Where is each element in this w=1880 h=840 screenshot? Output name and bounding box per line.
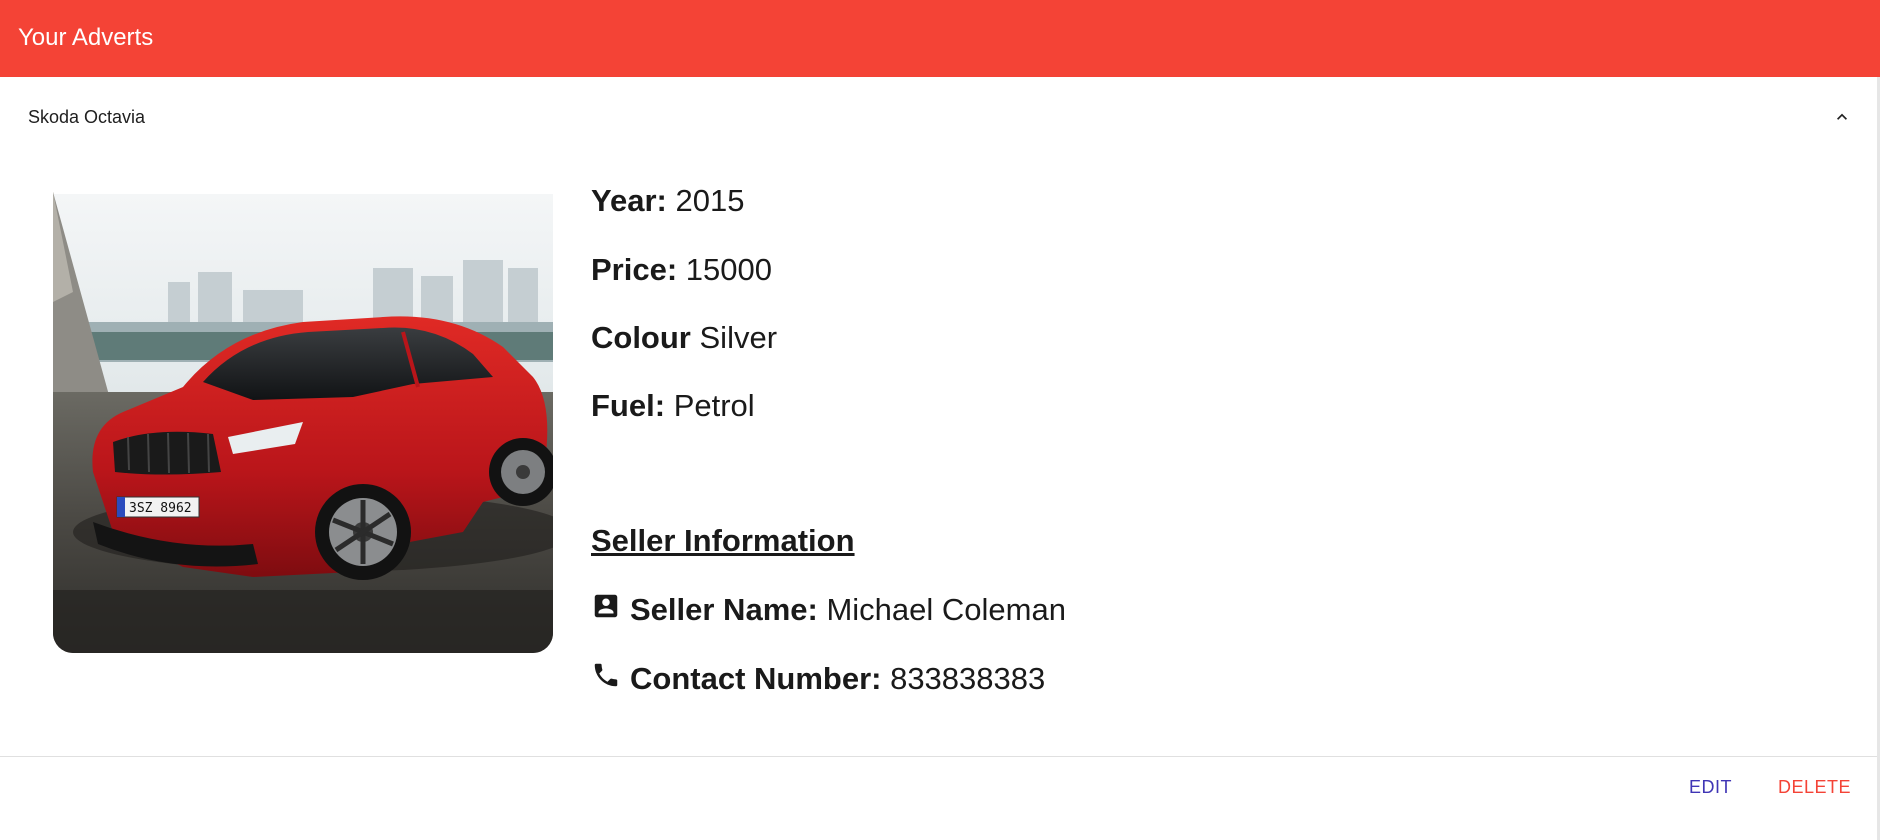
detail-year: Year: 2015 (591, 182, 744, 220)
detail-fuel: Fuel: Petrol (591, 387, 755, 425)
detail-value: Silver (699, 320, 778, 355)
seller-name-value: Michael Coleman (826, 592, 1066, 627)
seller-heading: Seller Information (591, 523, 855, 558)
collapse-button[interactable] (1824, 99, 1860, 135)
advert-panel: Skoda Octavia 3SZ 8962 Year: 2015 Price:… (0, 77, 1880, 840)
detail-label: Colour (591, 320, 691, 355)
contact-number-row: Contact Number: 833838383 (591, 660, 1045, 698)
chevron-up-icon (1837, 113, 1847, 120)
detail-value: 15000 (685, 252, 773, 287)
delete-button[interactable]: DELETE (1778, 767, 1851, 807)
contact-number-value: 833838383 (890, 661, 1046, 696)
detail-price: Price: 15000 (591, 251, 772, 289)
contact-card-icon (591, 591, 621, 621)
app-bar: Your Adverts (0, 0, 1880, 77)
edit-button[interactable]: EDIT (1689, 767, 1732, 807)
seller-name-row: Seller Name: Michael Coleman (591, 591, 1066, 629)
detail-label: Fuel: (591, 388, 666, 423)
divider (0, 756, 1877, 757)
seller-name-label: Seller Name: (630, 592, 818, 627)
detail-label: Year: (591, 183, 667, 218)
detail-value: Petrol (673, 388, 755, 423)
detail-label: Price: (591, 252, 678, 287)
app-title: Your Adverts (18, 24, 154, 51)
detail-colour: Colour Silver (591, 319, 777, 357)
advert-title: Skoda Octavia (28, 107, 146, 127)
advert-panel-header[interactable]: Skoda Octavia (0, 77, 1877, 157)
car-photo: 3SZ 8962 (53, 172, 553, 653)
phone-icon (591, 660, 621, 690)
detail-value: 2015 (675, 183, 745, 218)
svg-text:3SZ 8962: 3SZ 8962 (129, 501, 192, 516)
contact-number-label: Contact Number: (630, 661, 882, 696)
